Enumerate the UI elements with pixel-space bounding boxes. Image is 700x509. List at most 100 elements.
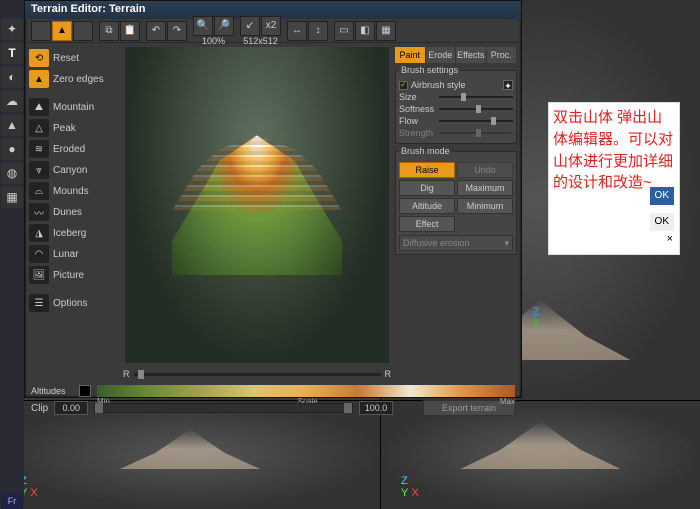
annotation-ok-button-2[interactable]: OK (649, 212, 675, 233)
right-tabs: Paint Erode Effects Proc. (395, 47, 517, 63)
tab-proc[interactable]: Proc. (487, 47, 518, 63)
effect-button[interactable]: Effect (399, 216, 455, 232)
iceberg-icon: ◮ (29, 224, 49, 242)
res-up-icon[interactable]: x2 (261, 16, 281, 36)
preset-dunes[interactable]: 〰 Dunes (29, 202, 119, 222)
clip-min-input[interactable]: 0.00 (54, 401, 88, 415)
redo-icon[interactable]: ↷ (167, 21, 187, 41)
tool-button-7[interactable]: ◍ (1, 162, 23, 184)
undo-icon[interactable]: ↶ (146, 21, 166, 41)
preview-bottom-slider[interactable]: R R (123, 369, 391, 379)
altitude-color-swatch[interactable] (79, 385, 91, 397)
preset-reset[interactable]: ⟲ Reset (29, 48, 119, 68)
airbrush-checkbox[interactable] (399, 81, 408, 90)
tool-extra-3[interactable]: ▦ (376, 21, 396, 41)
preset-label: Iceberg (53, 228, 86, 239)
preset-picture[interactable]: 🖼Picture (29, 265, 119, 285)
minimum-button[interactable]: Minimum (457, 198, 513, 214)
tab-paint[interactable]: Paint (395, 47, 426, 63)
raise-button[interactable]: Raise (399, 162, 455, 178)
shape-picker-icon[interactable]: ✦ (503, 80, 513, 90)
lunar-icon: ◠ (29, 245, 49, 263)
axis-label-br: Z Y X (401, 475, 419, 499)
zoom-in-icon[interactable]: 🔎 (214, 16, 234, 36)
terrain-3d-preview[interactable]: R R (121, 43, 393, 381)
group-label: Brush settings (399, 65, 460, 75)
preset-mounds[interactable]: ⌓Mounds (29, 181, 119, 201)
tool-button-1[interactable]: ✦ (1, 18, 23, 40)
tool-extra-1[interactable]: ▭ (334, 21, 354, 41)
annotation-text: 双击山体 弹出山体编辑器。可以对山体进行更加详细的设计和改造~ (553, 109, 673, 191)
preset-label: Dunes (53, 207, 82, 218)
zero-edges-icon: ▲ (29, 70, 49, 88)
undo-button[interactable]: Undo (457, 162, 513, 178)
chevron-down-icon: ▾ (504, 238, 509, 249)
mirror-v-icon[interactable]: ↕ (308, 21, 328, 41)
res-down-icon[interactable]: ↙ (240, 16, 260, 36)
tab-effects[interactable]: Effects (456, 47, 487, 63)
tool-button-8[interactable]: ▦ (1, 186, 23, 208)
dunes-icon: 〰 (29, 203, 49, 221)
tool-button-6[interactable]: ● (1, 138, 23, 160)
preset-zero-edges[interactable]: ▲ Zero edges (29, 69, 119, 89)
options-icon: ☰ (29, 294, 49, 312)
tool-button-3[interactable]: ◐ (1, 66, 23, 88)
text-tool-icon[interactable]: T (1, 42, 23, 64)
preset-label: Mounds (53, 186, 89, 197)
side-tab-front[interactable]: Fr (1, 493, 23, 509)
terrain-side-mesh (120, 429, 260, 469)
tool-button-5[interactable]: ▲ (1, 114, 23, 136)
group-label: Brush mode (399, 146, 452, 156)
clip-label: Clip (31, 403, 48, 414)
altitude-button[interactable]: Altitude (399, 198, 455, 214)
editor-toolbar: ▲ ⧉ 📋 ↶ ↷ 🔍 🔎 100% ↙ x2 512x512 ↔ (25, 19, 521, 43)
preset-slot-2-active[interactable]: ▲ (52, 21, 72, 41)
dig-button[interactable]: Dig (399, 180, 455, 196)
effect-dropdown[interactable]: Diffusive erosion ▾ (399, 235, 513, 251)
preset-label: Mountain (53, 102, 94, 113)
editor-footer: Altitudes Min Scale Max Clip 0.00 100.0 … (25, 381, 521, 420)
preset-list: ⟲ Reset ▲ Zero edges ⛰Mountain △ Peak ≋Er… (25, 43, 121, 381)
annotation-close-icon[interactable]: × (667, 232, 673, 248)
mirror-h-icon[interactable]: ↔ (287, 21, 307, 41)
terrain-strata-render (172, 135, 342, 210)
terrain-persp-mesh (461, 421, 621, 469)
app-toolbar-left: ✦ T ◐ ☁ ▲ ● ◍ ▦ Fr (0, 0, 24, 509)
dropdown-value: Diffusive erosion (403, 238, 469, 248)
brush-mode-group: Brush mode Raise Undo Dig Maximum Altitu… (395, 146, 517, 255)
tool-extra-2[interactable]: ◧ (355, 21, 375, 41)
peak-icon: △ (29, 119, 49, 137)
preset-label: Reset (53, 53, 79, 64)
preset-iceberg[interactable]: ◮ Iceberg (29, 223, 119, 243)
size-slider[interactable]: Size (399, 92, 513, 102)
preset-label: Peak (53, 123, 76, 134)
preset-label: Options (53, 298, 87, 309)
brush-panel: Paint Erode Effects Proc. Brush settings… (393, 43, 521, 381)
preset-label: Picture (53, 270, 84, 281)
preset-lunar[interactable]: ◠Lunar (29, 244, 119, 264)
altitude-gradient[interactable]: Min Scale Max (97, 385, 515, 397)
preset-options[interactable]: ☰ Options (29, 293, 119, 313)
preset-slot-1[interactable] (31, 21, 51, 41)
preset-canyon[interactable]: ⩔Canyon (29, 160, 119, 180)
maximum-button[interactable]: Maximum (457, 180, 513, 196)
brush-settings-group: Brush settings Airbrush style ✦ Size Sof… (395, 65, 517, 144)
annotation-ok-button[interactable]: OK (649, 186, 675, 207)
terrain-editor-window: Terrain Editor: Terrain ▲ ⧉ 📋 ↶ ↷ 🔍 🔎 10… (24, 0, 522, 398)
preset-peak[interactable]: △ Peak (29, 118, 119, 138)
softness-slider[interactable]: Softness (399, 104, 513, 114)
flow-slider[interactable]: Flow (399, 116, 513, 126)
copy-icon[interactable]: ⧉ (99, 21, 119, 41)
clip-max-input[interactable]: 100.0 (359, 401, 393, 415)
grad-max: Max (500, 397, 515, 406)
cloud-tool-icon[interactable]: ☁ (1, 90, 23, 112)
tab-erode[interactable]: Erode (426, 47, 457, 63)
clip-range-slider[interactable] (94, 403, 353, 413)
strength-slider: Strength (399, 128, 513, 138)
preset-eroded[interactable]: ≋Eroded (29, 139, 119, 159)
preset-mountain[interactable]: ⛰Mountain (29, 97, 119, 117)
zoom-out-icon[interactable]: 🔍 (193, 16, 213, 36)
altitudes-label: Altitudes (31, 386, 73, 396)
preset-slot-3[interactable] (73, 21, 93, 41)
paste-icon[interactable]: 📋 (120, 21, 140, 41)
